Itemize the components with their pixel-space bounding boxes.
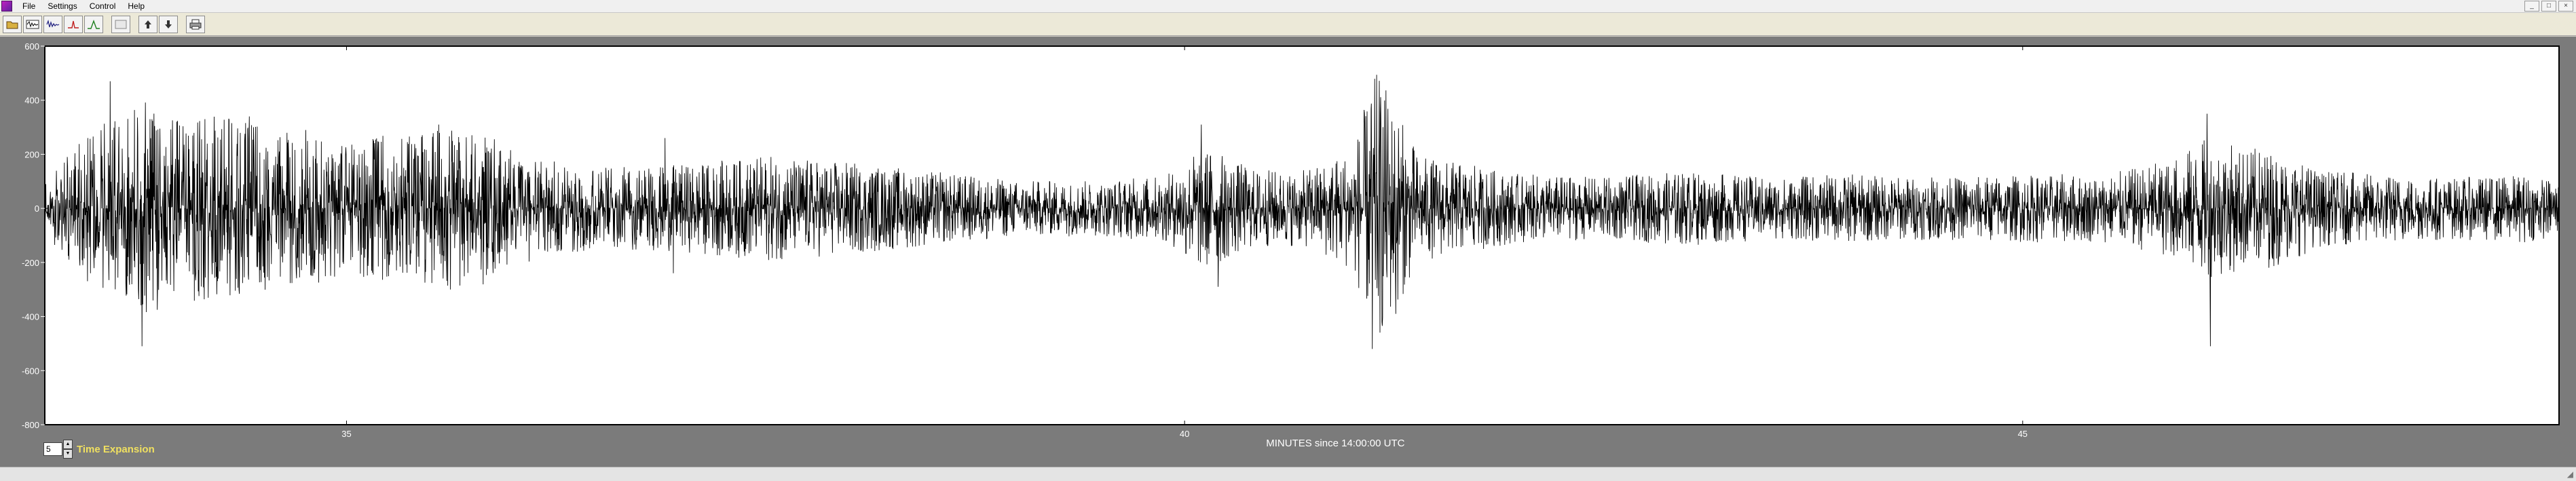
time-expansion-spinner[interactable]: ▲ ▼ xyxy=(63,440,73,459)
toolbar-separator xyxy=(132,16,138,33)
seismograph-button[interactable] xyxy=(23,15,42,33)
window-controls: _ □ × xyxy=(2524,1,2573,12)
print-button[interactable] xyxy=(186,15,205,33)
y-tick-label: -400 xyxy=(22,312,39,322)
plot-area xyxy=(44,45,2560,425)
blank-icon xyxy=(115,20,127,28)
menu-bar: File Settings Control Help _ □ × xyxy=(0,0,2576,13)
y-tick-label: 400 xyxy=(24,96,39,106)
blank-button[interactable] xyxy=(111,15,130,33)
app-icon xyxy=(1,1,12,12)
arrow-down-icon xyxy=(165,20,172,28)
x-tick-label: 40 xyxy=(1180,429,1189,439)
filter-button[interactable] xyxy=(64,15,83,33)
time-expansion-label: Time Expansion xyxy=(77,443,155,455)
toolbar xyxy=(0,13,2576,36)
status-bar: ◢ xyxy=(0,467,2576,481)
seismogram-chart: 600 400 200 0 -200 -400 -600 -800 35 40 45 MINUTES… xyxy=(22,41,2560,449)
menu-help[interactable]: Help xyxy=(122,0,151,12)
close-button[interactable]: × xyxy=(2558,1,2573,12)
minimize-button[interactable]: _ xyxy=(2524,1,2539,12)
scale-down-button[interactable] xyxy=(159,15,178,33)
restore-button[interactable]: □ xyxy=(2541,1,2556,12)
toolbar-separator xyxy=(105,16,111,33)
filter-icon xyxy=(68,20,79,28)
y-tick-label: 200 xyxy=(24,149,39,159)
x-axis-label: MINUTES since 14:00:00 UTC xyxy=(1266,438,1404,449)
time-expansion-control: ▲ ▼ Time Expansion xyxy=(43,440,155,459)
folder-icon xyxy=(6,21,18,28)
arrow-up-icon xyxy=(145,20,151,28)
waveform-icon xyxy=(46,19,60,28)
y-tick-label: -800 xyxy=(22,420,39,430)
seismogram-panel: 600 400 200 0 -200 -400 -600 -800 35 40 45 MINUTES… xyxy=(0,37,2576,467)
menu-control[interactable]: Control xyxy=(83,0,122,12)
time-expansion-input[interactable] xyxy=(43,442,62,456)
x-tick-label: 45 xyxy=(2018,429,2028,439)
scale-up-button[interactable] xyxy=(138,15,157,33)
x-tick-label: 35 xyxy=(341,429,351,439)
toolbar-separator xyxy=(179,16,186,33)
seismograph-icon xyxy=(26,20,39,28)
spin-down-icon[interactable]: ▼ xyxy=(63,449,73,459)
y-tick-label: -200 xyxy=(22,258,39,268)
resize-grip-icon[interactable]: ◢ xyxy=(2567,469,2573,479)
y-tick-label: 600 xyxy=(24,41,39,52)
y-tick-label: -600 xyxy=(22,366,39,376)
waveform-button[interactable] xyxy=(43,15,62,33)
menu-settings[interactable]: Settings xyxy=(41,0,83,12)
spectrum-button[interactable] xyxy=(84,15,103,33)
printer-icon xyxy=(189,19,202,29)
spin-up-icon[interactable]: ▲ xyxy=(63,440,73,449)
open-file-button[interactable] xyxy=(3,15,22,33)
y-tick-label: 0 xyxy=(35,204,39,214)
spectrum-icon xyxy=(88,19,100,29)
menu-file[interactable]: File xyxy=(16,0,41,12)
